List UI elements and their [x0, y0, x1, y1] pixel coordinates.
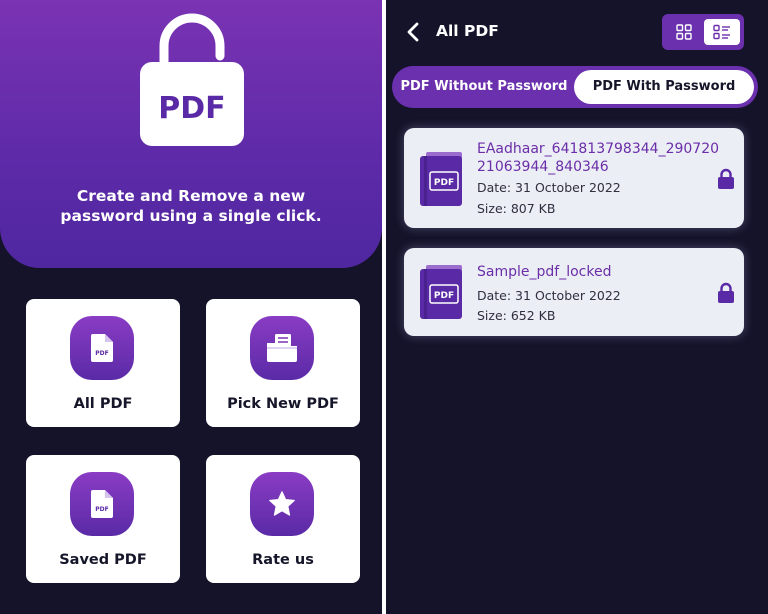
file-name: Sample_pdf_locked — [477, 264, 612, 280]
pdf-book-icon-text: PDF — [434, 178, 454, 188]
password-filter-tabs: PDF Without Password PDF With Password — [392, 66, 758, 108]
pdf-book-icon: PDF — [420, 152, 462, 206]
pdf-book-icon-text: PDF — [434, 291, 454, 301]
pick-new-pdf-card[interactable]: Pick New PDF — [206, 299, 360, 427]
saved-pdf-card[interactable]: PDF Saved PDF — [26, 455, 180, 583]
file-size: Size: 807 KB — [477, 201, 556, 216]
pick-new-pdf-icon-tile — [250, 316, 314, 380]
file-list-item[interactable]: PDF Sample_pdf_locked Date: 31 October 2… — [404, 248, 744, 336]
grid-view-icon — [676, 24, 692, 40]
saved-pdf-label: Saved PDF — [59, 552, 147, 568]
star-icon — [269, 491, 295, 516]
all-pdf-label: All PDF — [73, 396, 133, 412]
pdf-file-icon-text: PDF — [95, 506, 108, 513]
file-date: Date: 31 October 2022 — [477, 288, 621, 303]
view-mode-toggle — [662, 14, 744, 50]
hero-tagline-line-1: Create and Remove a new — [76, 187, 306, 205]
list-view-button[interactable] — [704, 19, 740, 45]
hero-logo-text: PDF — [158, 91, 225, 126]
page-title: All PDF — [436, 22, 499, 40]
rate-us-icon-tile — [250, 472, 314, 536]
file-name: EAadhaar_641813798344_29072021063944_840… — [477, 141, 720, 175]
pdf-file-icon: PDF — [91, 490, 113, 518]
tab-pdf-with-password[interactable]: PDF With Password — [574, 70, 754, 104]
rate-us-card[interactable]: Rate us — [206, 455, 360, 583]
file-date: Date: 31 October 2022 — [477, 180, 621, 195]
all-pdf-icon-tile: PDF — [70, 316, 134, 380]
pick-new-pdf-label: Pick New PDF — [227, 396, 339, 412]
saved-pdf-icon-tile: PDF — [70, 472, 134, 536]
lock-icon — [718, 282, 734, 303]
list-view-icon — [713, 24, 730, 40]
pdf-lock-icon: PDF — [140, 13, 244, 146]
tab-pdf-without-password[interactable]: PDF Without Password — [392, 66, 576, 108]
folder-files-icon — [267, 334, 297, 362]
file-size: Size: 652 KB — [477, 308, 556, 323]
lock-icon — [718, 168, 734, 189]
back-arrow-icon[interactable] — [404, 20, 424, 44]
all-pdf-card[interactable]: PDF All PDF — [26, 299, 180, 427]
grid-view-button[interactable] — [666, 19, 702, 45]
pdf-file-icon: PDF — [91, 334, 113, 362]
hero-tagline-line-2: password using a single click. — [60, 207, 322, 225]
file-list-item[interactable]: PDF EAadhaar_641813798344_29072021063944… — [404, 128, 744, 228]
home-screen: PDF Create and Remove a new password usi… — [0, 0, 382, 614]
hero-banner: PDF Create and Remove a new password usi… — [0, 0, 382, 268]
pdf-file-icon-text: PDF — [95, 350, 108, 357]
hero-tagline: Create and Remove a new password using a… — [20, 186, 362, 226]
rate-us-label: Rate us — [252, 552, 314, 568]
all-pdf-screen: All PDF PDF Without Password PDF With Pa… — [386, 0, 768, 614]
pdf-book-icon: PDF — [420, 265, 462, 319]
